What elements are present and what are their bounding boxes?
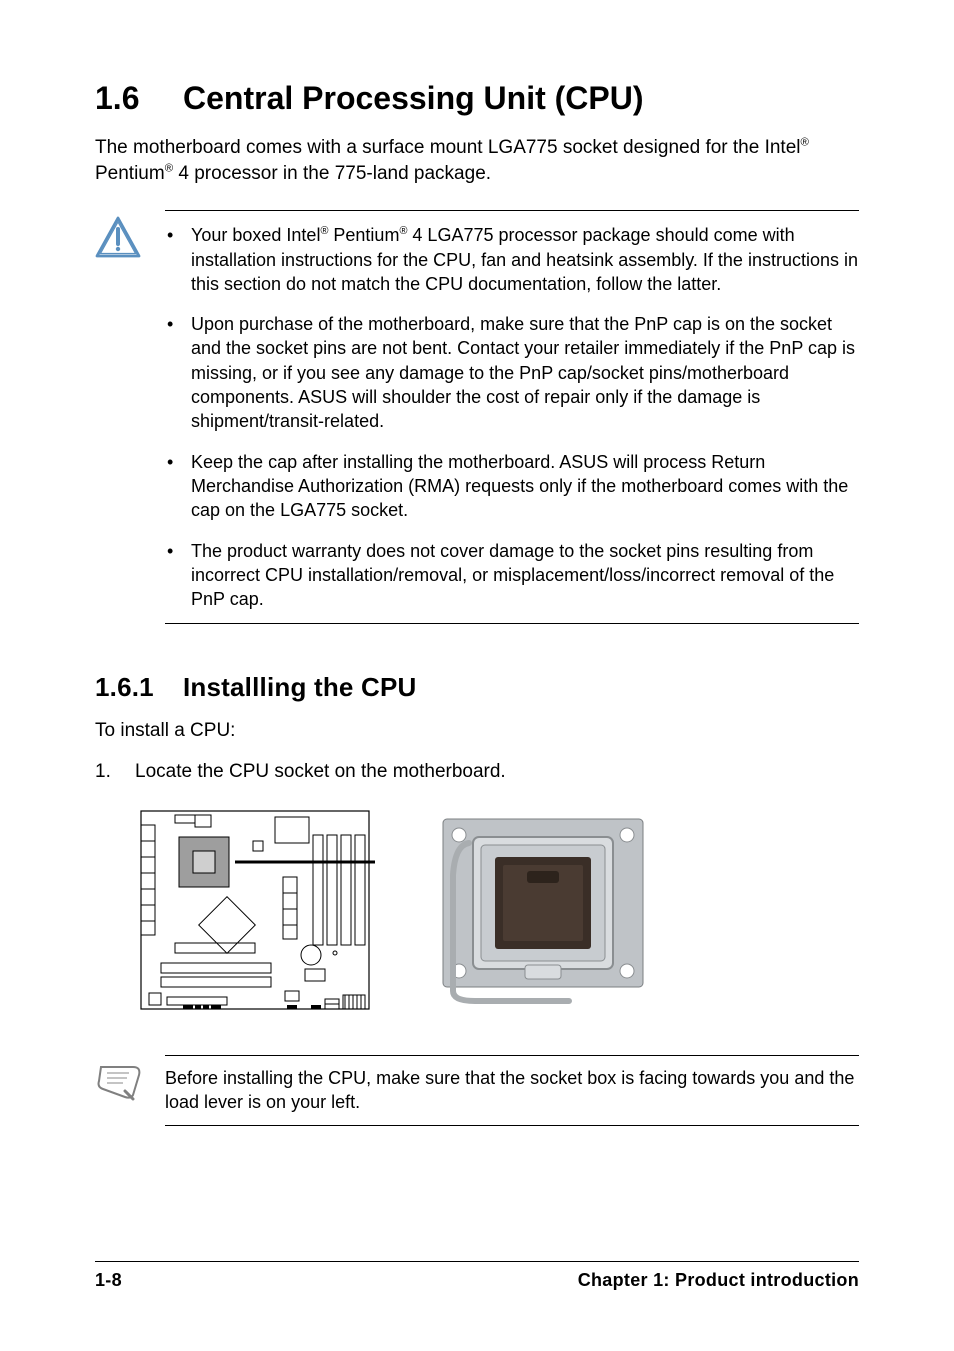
note-icon bbox=[95, 1055, 143, 1126]
tip-body: Before installing the CPU, make sure tha… bbox=[165, 1055, 859, 1126]
subsection-number: 1.6.1 bbox=[95, 672, 183, 703]
warning-list: Your boxed Intel® Pentium® 4 LGA775 proc… bbox=[165, 223, 859, 611]
section-title: Central Processing Unit (CPU) bbox=[183, 80, 644, 116]
step-number: 1. bbox=[95, 761, 135, 783]
subsection-heading: 1.6.1Installling the CPU bbox=[95, 672, 859, 703]
footer-chapter: Chapter 1: Product introduction bbox=[578, 1270, 859, 1291]
section-heading: 1.6Central Processing Unit (CPU) bbox=[95, 80, 859, 117]
subsection-intro: To install a CPU: bbox=[95, 717, 859, 745]
intro-paragraph: The motherboard comes with a surface mou… bbox=[95, 135, 859, 186]
page: 1.6Central Processing Unit (CPU) The mot… bbox=[0, 0, 954, 1351]
warning-item: Keep the cap after installing the mother… bbox=[191, 450, 859, 523]
motherboard-diagram bbox=[135, 805, 375, 1015]
page-footer: 1-8 Chapter 1: Product introduction bbox=[95, 1261, 859, 1291]
warning-icon bbox=[95, 210, 143, 624]
step-1: 1.Locate the CPU socket on the motherboa… bbox=[95, 761, 859, 783]
warning-block: Your boxed Intel® Pentium® 4 LGA775 proc… bbox=[95, 210, 859, 624]
footer-page-number: 1-8 bbox=[95, 1270, 122, 1291]
warning-item: Your boxed Intel® Pentium® 4 LGA775 proc… bbox=[191, 223, 859, 296]
subsection-title: Installling the CPU bbox=[183, 672, 416, 702]
warning-body: Your boxed Intel® Pentium® 4 LGA775 proc… bbox=[165, 210, 859, 624]
tip-block: Before installing the CPU, make sure tha… bbox=[95, 1055, 859, 1126]
step-text: Locate the CPU socket on the motherboard… bbox=[135, 761, 506, 782]
section-number: 1.6 bbox=[95, 80, 183, 117]
warning-item: The product warranty does not cover dama… bbox=[191, 539, 859, 612]
warning-item: Upon purchase of the motherboard, make s… bbox=[191, 312, 859, 433]
cpu-socket-photo bbox=[415, 815, 680, 1005]
figure-row bbox=[135, 805, 859, 1015]
